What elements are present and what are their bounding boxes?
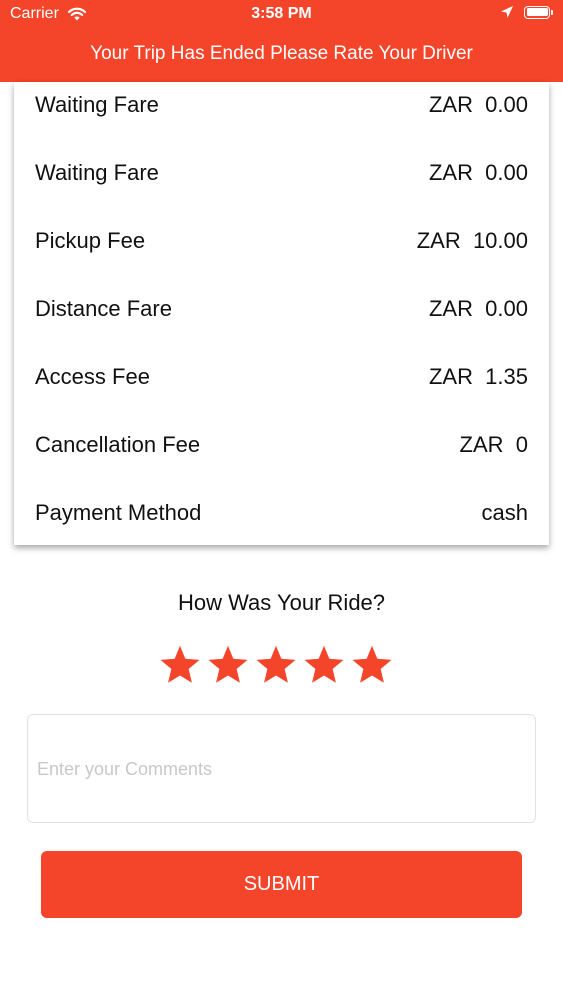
fare-details-card: Waiting Fare ZAR 0.00 Waiting Fare ZAR 0… (14, 82, 549, 545)
fare-label: Payment Method (35, 500, 202, 525)
star-rating[interactable] (158, 643, 398, 687)
rating-title: How Was Your Ride? (177, 590, 386, 615)
star-icon[interactable] (206, 643, 250, 687)
star-icon[interactable] (254, 643, 298, 687)
star-icon[interactable] (158, 643, 202, 687)
comment-box[interactable] (27, 714, 536, 823)
fare-label: Waiting Fare (35, 160, 159, 185)
status-time: 3:58 PM (251, 5, 312, 22)
fare-label: Cancellation Fee (35, 432, 201, 457)
fare-value: ZAR 0.00 (428, 92, 528, 117)
fare-row: Waiting Fare ZAR 0.00 (14, 84, 549, 124)
location-arrow-icon (501, 6, 513, 18)
comments-input[interactable] (37, 759, 527, 799)
battery-tip (551, 9, 553, 15)
fare-row: Distance Fare ZAR 0.00 (14, 288, 549, 328)
fare-label: Access Fee (35, 364, 150, 389)
status-bar: Carrier 3:58 PM (0, 0, 563, 30)
fare-row: Cancellation Fee ZAR 0 (14, 424, 549, 464)
star-icon[interactable] (350, 643, 394, 687)
payment-method-row: Payment Method cash (14, 492, 549, 532)
battery-icon (524, 5, 550, 19)
payment-method-value: cash (481, 500, 528, 525)
fare-label: Waiting Fare (35, 92, 159, 117)
fare-value: ZAR 0.00 (428, 160, 528, 185)
fare-value: ZAR 10.00 (416, 228, 528, 253)
star-icon[interactable] (302, 643, 346, 687)
fare-row: Waiting Fare ZAR 0.00 (14, 152, 549, 192)
right-status-group (500, 5, 553, 19)
fare-row: Pickup Fee ZAR 10.00 (14, 220, 549, 260)
header-bar: Carrier 3:58 PM Your Trip Has Ended Plea… (0, 0, 563, 82)
submit-button[interactable]: SUBMIT (41, 851, 522, 918)
fare-value: ZAR 1.35 (428, 364, 528, 389)
fare-label: Distance Fare (35, 296, 172, 321)
fare-label: Pickup Fee (35, 228, 146, 253)
fare-row: Access Fee ZAR 1.35 (14, 356, 549, 396)
fare-value: ZAR 0 (459, 432, 528, 457)
fare-value: ZAR 0.00 (428, 296, 528, 321)
page-title: Your Trip Has Ended Please Rate Your Dri… (90, 43, 473, 64)
